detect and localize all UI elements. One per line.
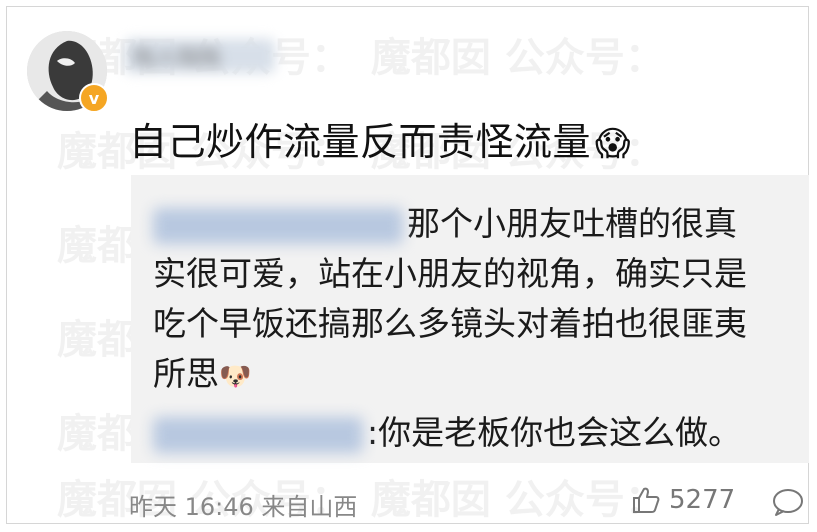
- username[interactable]: 陆人陆陆: [125, 39, 275, 73]
- verified-badge-icon: v: [79, 83, 109, 113]
- reply-author-redacted[interactable]: [153, 416, 363, 453]
- replies-list: 那个小朋友吐槽的很真 实很可爱，站在小朋友的视角，确实只是 吃个早饭还搞那么多镜…: [153, 199, 793, 458]
- reply-author-redacted[interactable]: [153, 207, 403, 244]
- thumbs-up-icon: [633, 487, 660, 513]
- comment-card: 魔都囡 公众号： 魔都囡 公众号： 魔都囡 公众号： 魔都囡 公众号： 魔都囡 …: [6, 6, 809, 524]
- reply-text-line: 实很可爱，站在小朋友的视角，确实只是: [153, 254, 747, 293]
- doge-emoji-icon: 🐶: [219, 362, 252, 392]
- like-count: 5277: [669, 485, 736, 515]
- reply-text-line: 所思: [153, 354, 219, 393]
- post-meta: 昨天 16:46 来自山西: [129, 493, 358, 521]
- comment-text: 自己炒作流量反而责怪流量 😱: [129, 111, 631, 166]
- reply-item[interactable]: 那个小朋友吐槽的很真 实很可爱，站在小朋友的视角，确实只是 吃个早饭还搞那么多镜…: [153, 199, 793, 402]
- like-button[interactable]: 5277: [631, 485, 735, 515]
- reply-item[interactable]: :你是老板你也会这么做。: [153, 408, 793, 458]
- comment-body: 自己炒作流量反而责怪流量: [129, 120, 592, 164]
- scared-face-emoji-icon: 😱: [595, 124, 631, 164]
- reply-text-line: 那个小朋友吐槽的很真: [407, 204, 737, 243]
- reply-text-line: :你是老板你也会这么做。: [367, 413, 742, 452]
- reply-text-line: 吃个早饭还搞那么多镜头对着拍也很匪夷: [153, 304, 747, 343]
- comment-bubble-icon[interactable]: [771, 487, 805, 517]
